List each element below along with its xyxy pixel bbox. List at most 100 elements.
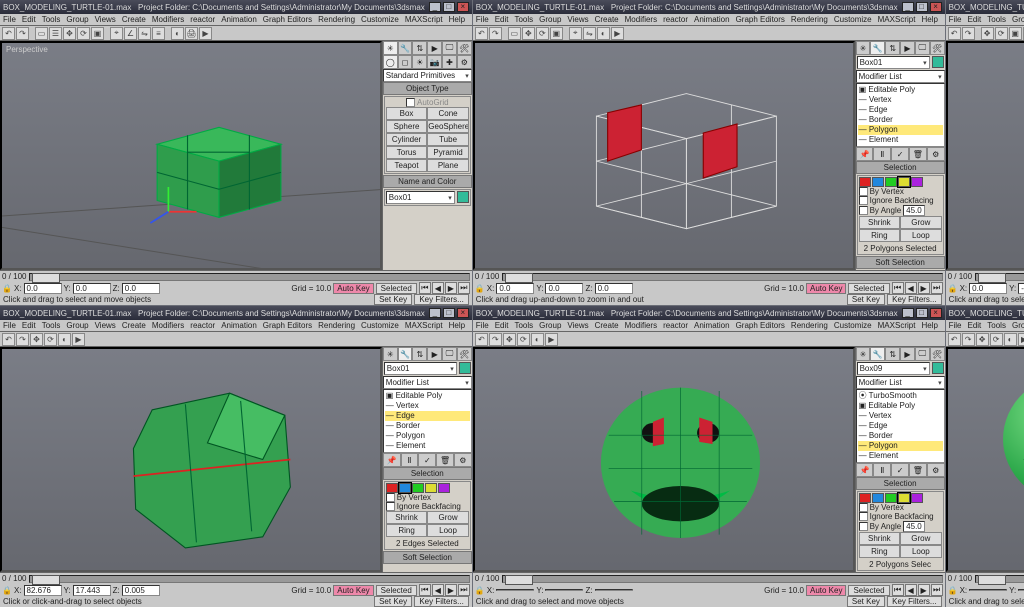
playback-controls[interactable]: ⏮◀▶⏭ bbox=[419, 282, 470, 294]
title-bar[interactable]: BOX_MODELING_TURTLE-01.max Project Folde… bbox=[0, 0, 472, 14]
autokey-button[interactable]: Auto Key bbox=[333, 283, 373, 294]
primitive-geosphere[interactable]: GeoSphere bbox=[427, 120, 469, 133]
close-button[interactable]: × bbox=[457, 2, 469, 12]
primitive-cylinder[interactable]: Cylinder bbox=[386, 133, 428, 146]
viewport[interactable] bbox=[946, 41, 1024, 270]
render-setup-icon[interactable]: 🖨 bbox=[185, 27, 198, 40]
byvertex-checkbox[interactable] bbox=[859, 187, 868, 196]
mirror-icon[interactable]: ⇋ bbox=[138, 27, 151, 40]
menu-tools[interactable]: Tools bbox=[42, 15, 61, 24]
menu-customize[interactable]: Customize bbox=[361, 15, 399, 24]
loop-button[interactable]: Loop bbox=[900, 229, 942, 242]
viewport[interactable] bbox=[473, 347, 855, 572]
primitive-torus[interactable]: Torus bbox=[386, 146, 428, 159]
lights-icon[interactable]: ☀ bbox=[412, 55, 427, 69]
menu-bar[interactable]: FileEditToolsGroupViewsCreateModifiersre… bbox=[473, 320, 945, 332]
menu-help[interactable]: Help bbox=[449, 15, 465, 24]
color-swatch[interactable] bbox=[932, 56, 944, 68]
modify-tab[interactable]: 🔧 bbox=[870, 41, 885, 55]
menu-bar[interactable]: FileEditToolsGroupViewsCreateModifiersre… bbox=[946, 14, 1024, 26]
menu-rendering[interactable]: Rendering bbox=[318, 15, 355, 24]
display-tab[interactable]: 🖵 bbox=[442, 41, 457, 55]
menu-animation[interactable]: Animation bbox=[221, 15, 257, 24]
primitive-category[interactable]: Standard Primitives bbox=[383, 69, 472, 82]
modifier-list[interactable]: Modifier List bbox=[383, 376, 472, 389]
object-name-field[interactable]: Box01 bbox=[384, 362, 457, 375]
menu-maxscript[interactable]: MAXScript bbox=[405, 15, 443, 24]
time-slider[interactable] bbox=[29, 273, 469, 281]
modifier-stack[interactable]: ⦿ TurboSmooth ▣ Editable Poly — Vertex —… bbox=[856, 389, 945, 463]
rollout-object-type[interactable]: Object Type bbox=[383, 82, 472, 95]
title-bar[interactable]: BOX_MODELING_TURTLE-01.max Project Folde… bbox=[473, 306, 945, 320]
grow-button[interactable]: Grow bbox=[900, 216, 942, 229]
coord-x[interactable]: 0.0 bbox=[24, 283, 62, 294]
move-icon[interactable]: ✥ bbox=[63, 27, 76, 40]
color-swatch[interactable] bbox=[457, 191, 469, 203]
rollout-name-color[interactable]: Name and Color bbox=[383, 175, 472, 188]
rollout-selection[interactable]: Selection bbox=[856, 161, 945, 174]
menu-bar[interactable]: FileEditToolsGroupViewsCreateModifiersre… bbox=[946, 320, 1024, 332]
menu-reactor[interactable]: reactor bbox=[190, 15, 215, 24]
primitive-box[interactable]: Box bbox=[386, 107, 428, 120]
viewport[interactable] bbox=[946, 347, 1024, 572]
hierarchy-tab[interactable]: ⇅ bbox=[412, 41, 427, 55]
title-bar[interactable]: BOX_MODELING_TURTLE-01.max Project Folde… bbox=[0, 306, 472, 320]
stack-polygon[interactable]: — Polygon bbox=[858, 125, 943, 135]
coord-y[interactable]: 0.0 bbox=[73, 283, 111, 294]
object-name-field[interactable]: Box09 bbox=[857, 362, 930, 375]
rotate-icon[interactable]: ⟳ bbox=[77, 27, 90, 40]
object-name-field[interactable]: Box01 bbox=[386, 191, 455, 204]
ring-button[interactable]: Ring bbox=[859, 229, 901, 242]
menu-edit[interactable]: Edit bbox=[22, 15, 36, 24]
subobject-buttons[interactable] bbox=[859, 177, 942, 187]
keyfilters-button[interactable]: Key Filters... bbox=[414, 294, 468, 305]
angle-snap-icon[interactable]: ∠ bbox=[124, 27, 137, 40]
primitive-plane[interactable]: Plane bbox=[427, 159, 469, 172]
viewport[interactable] bbox=[0, 347, 382, 572]
undo-icon[interactable]: ↶ bbox=[2, 27, 15, 40]
autogrid-checkbox[interactable] bbox=[406, 98, 415, 107]
shrink-button[interactable]: Shrink bbox=[859, 216, 901, 229]
scale-icon[interactable]: ▣ bbox=[91, 27, 104, 40]
menu-create[interactable]: Create bbox=[122, 15, 146, 24]
title-bar[interactable]: BOX_MODELING_TURTLE-01.max Project Folde… bbox=[946, 306, 1024, 320]
select-name-icon[interactable]: ☰ bbox=[49, 27, 62, 40]
setkey-button[interactable]: Set Key bbox=[374, 294, 412, 305]
viewport[interactable]: Perspective bbox=[0, 41, 382, 270]
title-bar[interactable]: BOX_MODELING_TURTLE-01.max Project Folde… bbox=[473, 0, 945, 14]
title-bar[interactable]: BOX_MODELING_TURTLE-01.max Project Folde… bbox=[946, 0, 1024, 14]
close-button[interactable]: × bbox=[930, 2, 942, 12]
modifier-list[interactable]: Modifier List bbox=[856, 70, 945, 83]
menu-bar[interactable]: FileEditToolsGroupViewsCreateModifiersre… bbox=[473, 14, 945, 26]
render-icon[interactable]: ▶ bbox=[199, 27, 212, 40]
helpers-icon[interactable]: ✚ bbox=[442, 55, 457, 69]
byangle-checkbox[interactable] bbox=[859, 206, 868, 215]
minimize-button[interactable]: _ bbox=[902, 2, 914, 12]
redo-icon[interactable]: ↷ bbox=[16, 27, 29, 40]
shapes-icon[interactable]: ◻ bbox=[398, 55, 413, 69]
snap-icon[interactable]: ⌖ bbox=[110, 27, 123, 40]
maximize-button[interactable]: □ bbox=[916, 2, 928, 12]
motion-tab[interactable]: ▶ bbox=[427, 41, 442, 55]
align-icon[interactable]: ≡ bbox=[152, 27, 165, 40]
maximize-button[interactable]: □ bbox=[443, 2, 455, 12]
menu-views[interactable]: Views bbox=[95, 15, 116, 24]
menu-file[interactable]: File bbox=[3, 15, 16, 24]
menu-modifiers[interactable]: Modifiers bbox=[152, 15, 184, 24]
create-tab[interactable]: ✳ bbox=[383, 41, 398, 55]
menu-bar[interactable]: FileEditToolsGroupViewsCreateModifiersre… bbox=[0, 320, 472, 332]
modify-tab[interactable]: 🔧 bbox=[398, 41, 413, 55]
ignorebf-checkbox[interactable] bbox=[859, 196, 868, 205]
primitive-sphere[interactable]: Sphere bbox=[386, 120, 428, 133]
menu-bar[interactable]: File Edit Tools Group Views Create Modif… bbox=[0, 14, 472, 26]
coord-z[interactable]: 0.0 bbox=[122, 283, 160, 294]
geometry-icon[interactable]: ◯ bbox=[383, 55, 398, 69]
time-slider[interactable] bbox=[502, 273, 942, 281]
key-mode[interactable]: Selected bbox=[376, 283, 417, 294]
modifier-stack[interactable]: ▣ Editable Poly — Vertex — Edge — Border… bbox=[383, 389, 472, 453]
pin-stack-icon[interactable]: 📌 bbox=[856, 147, 874, 161]
object-name-field[interactable]: Box01 bbox=[857, 56, 930, 69]
primitive-pyramid[interactable]: Pyramid bbox=[427, 146, 469, 159]
utilities-tab[interactable]: 🛠 bbox=[457, 41, 472, 55]
menu-grapheditors[interactable]: Graph Editors bbox=[263, 15, 312, 24]
